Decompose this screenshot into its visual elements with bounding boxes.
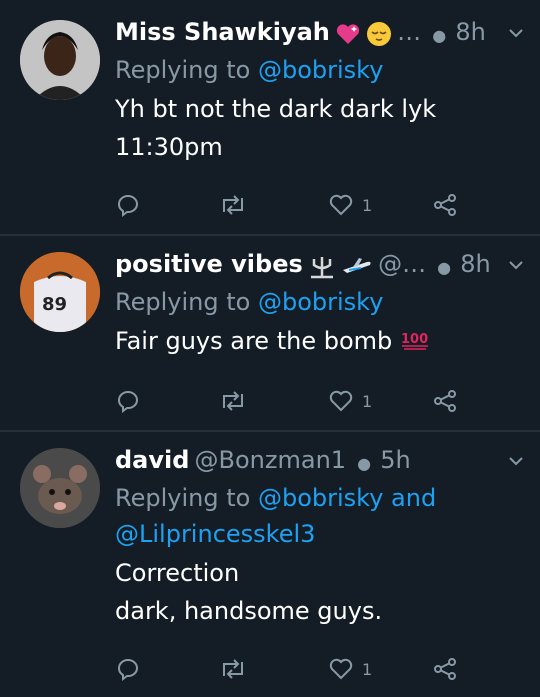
share-button[interactable] (432, 654, 458, 684)
timestamp[interactable]: 8h (455, 18, 485, 46)
hundred-emoji: 100 (400, 323, 430, 361)
reply-button[interactable] (115, 654, 141, 684)
avatar[interactable]: 89 (20, 252, 100, 332)
mention-link[interactable]: @bobrisky (258, 288, 383, 316)
retweet-icon (223, 195, 243, 215)
share-icon (434, 658, 456, 680)
chevron-down-icon[interactable] (507, 256, 525, 274)
tweet-text: Fair guys are the bomb 100 (115, 322, 525, 361)
retweet-button[interactable] (218, 190, 248, 220)
mention-link[interactable]: @Lilprincesskel3 (115, 520, 315, 548)
tweet-text: Yh bt not the dark dark lyk 11:30pm (115, 90, 525, 166)
reply-icon (118, 391, 139, 413)
heart-emoji (335, 22, 361, 50)
action-bar: 1 (115, 386, 525, 416)
timestamp[interactable]: 5h (380, 446, 410, 474)
avatar[interactable] (20, 448, 100, 528)
chevron-down-icon[interactable] (507, 452, 525, 470)
share-button[interactable] (432, 190, 458, 220)
reply-icon (118, 195, 139, 217)
relieved-emoji (366, 21, 392, 51)
airplane-emoji (341, 254, 373, 282)
timestamp[interactable]: 8h (460, 250, 490, 278)
separator-dot: ● (357, 454, 372, 473)
mention-link[interactable]: @bobrisky (258, 484, 383, 512)
chevron-down-icon[interactable] (507, 24, 525, 42)
tweet-3[interactable]: david @Bonzman1 ● 5h Replying to @bobris… (0, 432, 540, 697)
tweet-text: Correction dark, handsome guys. (115, 554, 525, 630)
retweet-button[interactable] (218, 654, 248, 684)
reply-context: Replying to @bobrisky and @Lilprincesske… (115, 480, 525, 552)
avatar[interactable] (20, 20, 100, 100)
retweet-icon (223, 659, 243, 679)
separator-dot: ● (432, 26, 447, 45)
tweet-text-line: 11:30pm (115, 133, 223, 161)
display-name[interactable]: Miss Shawkiyah (115, 18, 330, 46)
trident-emoji (308, 253, 336, 283)
like-count: 1 (362, 195, 373, 215)
tweet-1[interactable]: Miss Shawkiyah … ● 8h Replying to @bobri… (0, 0, 540, 234)
reply-icon (118, 659, 139, 681)
reply-button[interactable] (115, 190, 141, 220)
action-bar: 1 (115, 190, 525, 220)
mention-and-link[interactable]: and (391, 484, 436, 512)
like-icon (329, 390, 353, 412)
tweet-text-line: Correction (115, 559, 240, 587)
like-button[interactable]: 1 (328, 654, 372, 684)
user-handle[interactable]: @Bonzman1 (195, 446, 347, 474)
tweet-text-line: Fair guys are the bomb (115, 327, 393, 355)
display-name[interactable]: positive vibes (115, 250, 303, 278)
replying-to-label: Replying to (115, 56, 251, 84)
share-icon (434, 194, 456, 216)
reply-button[interactable] (115, 386, 141, 416)
tweet-text-line: Yh bt not the dark dark lyk (115, 95, 437, 123)
like-count: 1 (362, 659, 373, 679)
user-handle[interactable]: @… (378, 250, 426, 278)
svg-text:100: 100 (401, 332, 428, 347)
share-button[interactable] (432, 386, 458, 416)
svg-text:89: 89 (42, 294, 67, 315)
retweet-button[interactable] (218, 386, 248, 416)
like-icon (329, 658, 353, 680)
separator-dot: ● (437, 258, 452, 277)
tweet-feed: Miss Shawkiyah … ● 8h Replying to @bobri… (0, 0, 540, 697)
user-handle[interactable]: … (397, 18, 421, 46)
like-button[interactable]: 1 (328, 190, 372, 220)
tweet-2[interactable]: 89 positive vibes @… ● 8h Replying to @b… (0, 236, 540, 430)
retweet-icon (223, 391, 243, 411)
reply-context: Replying to @bobrisky (115, 284, 525, 320)
like-button[interactable]: 1 (328, 386, 372, 416)
mention-link[interactable]: @bobrisky (258, 56, 383, 84)
replying-to-label: Replying to (115, 484, 251, 512)
reply-context: Replying to @bobrisky (115, 52, 525, 88)
action-bar: 1 (115, 654, 525, 684)
share-icon (434, 390, 456, 412)
display-name[interactable]: david (115, 446, 189, 474)
like-icon (329, 194, 353, 216)
replying-to-label: Replying to (115, 288, 251, 316)
like-count: 1 (362, 391, 373, 411)
tweet-text-line: dark, handsome guys. (115, 597, 383, 625)
